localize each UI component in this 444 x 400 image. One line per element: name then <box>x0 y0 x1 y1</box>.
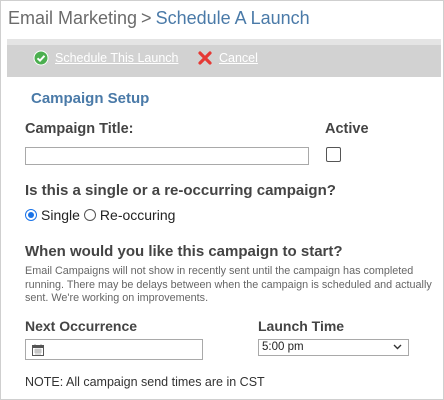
schedule-launch-label: Schedule This Launch <box>55 51 179 65</box>
campaign-title-label: Campaign Title: <box>25 121 134 137</box>
reoccurring-radio-label[interactable]: Re-occuring <box>100 207 175 223</box>
next-occurrence-label: Next Occurrence <box>25 318 138 334</box>
x-icon <box>198 51 212 65</box>
launch-time-value: 5:00 pm <box>262 341 304 353</box>
single-radio-label[interactable]: Single <box>41 207 80 223</box>
next-occurrence-input[interactable] <box>25 339 203 360</box>
campaign-type-group: Single Re-occuring <box>25 207 175 223</box>
active-checkbox[interactable] <box>326 147 341 162</box>
chevron-down-icon <box>393 344 402 350</box>
single-radio[interactable] <box>25 209 37 221</box>
schedule-launch-panel: Email Marketing > Schedule A Launch Schedu… <box>0 0 444 400</box>
calendar-icon[interactable] <box>32 344 44 356</box>
campaign-type-question: Is this a single or a re-occurring campa… <box>25 182 336 199</box>
breadcrumb-current: Schedule A Launch <box>155 8 310 28</box>
cancel-button[interactable]: Cancel <box>197 50 258 66</box>
schedule-launch-button[interactable]: Schedule This Launch <box>33 50 178 66</box>
start-question: When would you like this campaign to sta… <box>25 243 343 260</box>
breadcrumb-root[interactable]: Email Marketing <box>8 8 137 28</box>
start-help-text: Email Campaigns will not show in recentl… <box>25 265 432 304</box>
launch-time-select[interactable]: 5:00 pm <box>258 339 409 356</box>
section-title: Campaign Setup <box>31 90 150 107</box>
cancel-label: Cancel <box>219 51 258 65</box>
breadcrumb-separator: > <box>141 8 152 28</box>
check-circle-icon <box>33 50 49 66</box>
launch-time-label: Launch Time <box>258 318 345 334</box>
action-toolbar: Schedule This Launch Cancel <box>7 39 441 77</box>
timezone-note: NOTE: All campaign send times are in CST <box>25 375 265 389</box>
reoccurring-radio[interactable] <box>83 209 96 221</box>
active-label: Active <box>325 121 369 137</box>
campaign-title-input[interactable] <box>25 147 309 165</box>
breadcrumb: Email Marketing > Schedule A Launch <box>8 8 310 29</box>
